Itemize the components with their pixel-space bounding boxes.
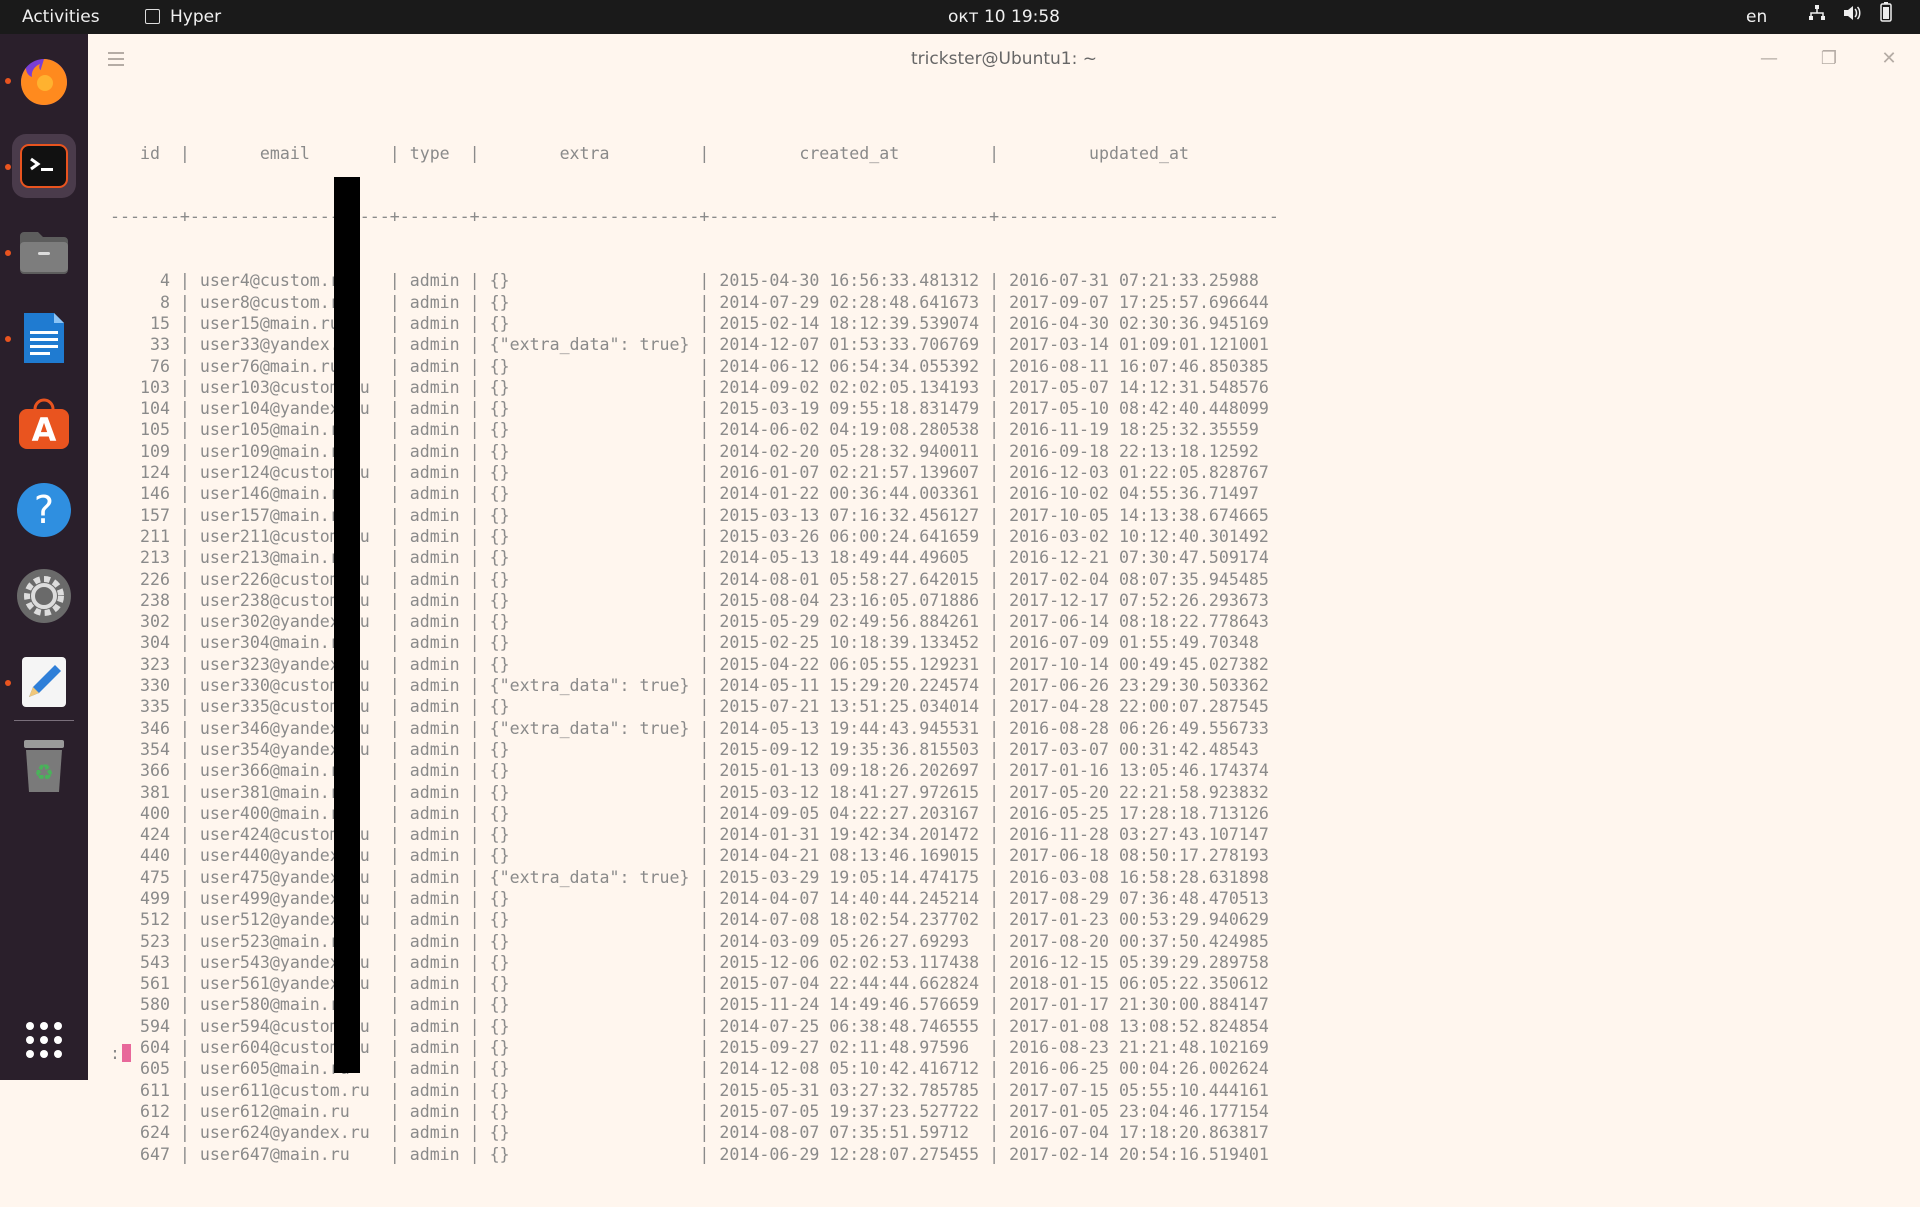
table-row: 4 | user4@custom.ru | admin | {} | 2015-… — [110, 271, 1259, 291]
table-row: 15 | user15@main.ru | admin | {} | 2015-… — [110, 313, 1269, 333]
table-row: 424 | user424@custom.ru | admin | {} | 2… — [110, 825, 1269, 845]
files-icon[interactable] — [12, 220, 76, 284]
clock[interactable]: окт 10 19:58 — [948, 0, 1060, 34]
table-row: 647 | user647@main.ru | admin | {} | 201… — [110, 1144, 1269, 1164]
volume-icon[interactable] — [1842, 0, 1862, 34]
table-row: 612 | user612@main.ru | admin | {} | 201… — [110, 1101, 1269, 1121]
table-row: 157 | user157@main.ru | admin | {} | 201… — [110, 505, 1269, 525]
table-row: 330 | user330@custom.ru | admin | {"extr… — [110, 676, 1269, 696]
table-row: 211 | user211@custom.ru | admin | {} | 2… — [110, 526, 1269, 546]
minimize-icon[interactable]: — — [1758, 48, 1780, 70]
settings-icon[interactable] — [12, 564, 76, 628]
table-body: 4 | user4@custom.ru | admin | {} | 2015-… — [110, 270, 1279, 1164]
table-row: 76 | user76@main.ru | admin | {} | 2014-… — [110, 356, 1269, 376]
maximize-icon[interactable]: ❐ — [1818, 48, 1840, 70]
table-row: 561 | user561@yandex.ru | admin | {} | 2… — [110, 974, 1269, 994]
table-row: 543 | user543@yandex.ru | admin | {} | 2… — [110, 952, 1269, 972]
table-row: 499 | user499@yandex.ru | admin | {} | 2… — [110, 888, 1269, 908]
redaction-bar — [334, 177, 360, 1073]
firefox-icon[interactable] — [12, 48, 76, 112]
keyboard-layout-indicator[interactable]: en — [1746, 0, 1767, 34]
close-icon[interactable]: ✕ — [1878, 48, 1900, 70]
trash-icon[interactable]: ♻ — [12, 734, 76, 798]
running-indicator — [5, 336, 11, 342]
table-row: 33 | user33@yandex.ru | admin | {"extra_… — [110, 335, 1269, 355]
svg-text:♻: ♻ — [34, 761, 54, 786]
table-row: 226 | user226@custom.ru | admin | {} | 2… — [110, 569, 1269, 589]
window-icon — [145, 9, 160, 24]
pager-prompt[interactable]: : — [110, 1044, 131, 1063]
activities-button[interactable]: Activities — [22, 0, 100, 34]
terminal-output[interactable]: id | email | type | extra | created_at |… — [110, 100, 1279, 1207]
dock-separator — [14, 720, 74, 721]
table-row: 354 | user354@yandex.ru | admin | {} | 2… — [110, 739, 1259, 759]
table-header: id | email | type | extra | created_at |… — [110, 143, 1189, 163]
table-row: 323 | user323@yandex.ru | admin | {} | 2… — [110, 654, 1269, 674]
table-row: 624 | user624@yandex.ru | admin | {} | 2… — [110, 1123, 1269, 1143]
running-indicator — [5, 680, 11, 686]
table-row: 604 | user604@custom.ru | admin | {} | 2… — [110, 1038, 1269, 1058]
table-row: 381 | user381@main.ru | admin | {} | 201… — [110, 782, 1269, 802]
table-row: 105 | user105@main.ru | admin | {} | 201… — [110, 420, 1259, 440]
table-separator: -------+--------------------+-------+---… — [110, 207, 1279, 227]
table-row: 124 | user124@custom.ru | admin | {} | 2… — [110, 463, 1269, 483]
table-row: 475 | user475@yandex.ru | admin | {"extr… — [110, 867, 1269, 887]
writer-icon[interactable] — [12, 306, 76, 370]
help-icon[interactable]: ? — [12, 478, 76, 542]
cursor — [122, 1044, 131, 1062]
table-row: 346 | user346@yandex.ru | admin | {"extr… — [110, 718, 1269, 738]
table-row: 103 | user103@custom.ru | admin | {} | 2… — [110, 377, 1269, 397]
show-apps-icon[interactable] — [12, 1008, 76, 1072]
table-row: 400 | user400@main.ru | admin | {} | 201… — [110, 803, 1269, 823]
app-menu-button[interactable]: Hyper — [145, 0, 221, 34]
running-indicator — [5, 250, 11, 256]
table-row: 580 | user580@main.ru | admin | {} | 201… — [110, 995, 1269, 1015]
table-row: 109 | user109@main.ru | admin | {} | 201… — [110, 441, 1259, 461]
table-row: 213 | user213@main.ru | admin | {} | 201… — [110, 548, 1269, 568]
table-row: 238 | user238@custom.ru | admin | {} | 2… — [110, 590, 1269, 610]
table-row: 302 | user302@yandex.ru | admin | {} | 2… — [110, 612, 1269, 632]
title-bar[interactable]: trickster@Ubuntu1: ~ — ❐ ✕ — [88, 34, 1920, 86]
dock: A ? ♻ — [0, 34, 88, 1080]
table-row: 611 | user611@custom.ru | admin | {} | 2… — [110, 1080, 1269, 1100]
app-center-icon[interactable]: A — [12, 392, 76, 456]
running-indicator — [5, 78, 11, 84]
top-bar: Activities Hyper окт 10 19:58 en — [0, 0, 1920, 34]
terminal-window: trickster@Ubuntu1: ~ — ❐ ✕ id | email | … — [88, 34, 1920, 1164]
text-editor-icon[interactable] — [12, 650, 76, 714]
table-row: 146 | user146@main.ru | admin | {} | 201… — [110, 484, 1259, 504]
battery-icon[interactable] — [1880, 0, 1892, 34]
table-row: 512 | user512@yandex.ru | admin | {} | 2… — [110, 910, 1269, 930]
table-row: 594 | user594@custom.ru | admin | {} | 2… — [110, 1016, 1269, 1036]
app-name: Hyper — [170, 7, 222, 27]
table-row: 605 | user605@main.ru | admin | {} | 201… — [110, 1059, 1269, 1079]
table-row: 304 | user304@main.ru | admin | {} | 201… — [110, 633, 1259, 653]
window-title: trickster@Ubuntu1: ~ — [911, 49, 1097, 69]
table-row: 104 | user104@yandex.ru | admin | {} | 2… — [110, 399, 1269, 419]
terminal-icon[interactable] — [12, 134, 76, 198]
svg-text:?: ? — [34, 488, 54, 532]
running-indicator — [5, 164, 11, 170]
svg-text:A: A — [32, 411, 57, 449]
network-icon[interactable] — [1808, 0, 1826, 34]
table-row: 366 | user366@main.ru | admin | {} | 201… — [110, 761, 1269, 781]
table-row: 8 | user8@custom.ru | admin | {} | 2014-… — [110, 292, 1269, 312]
table-row: 440 | user440@yandex.ru | admin | {} | 2… — [110, 846, 1269, 866]
table-row: 523 | user523@main.ru | admin | {} | 201… — [110, 931, 1269, 951]
table-row: 335 | user335@custom.ru | admin | {} | 2… — [110, 697, 1269, 717]
